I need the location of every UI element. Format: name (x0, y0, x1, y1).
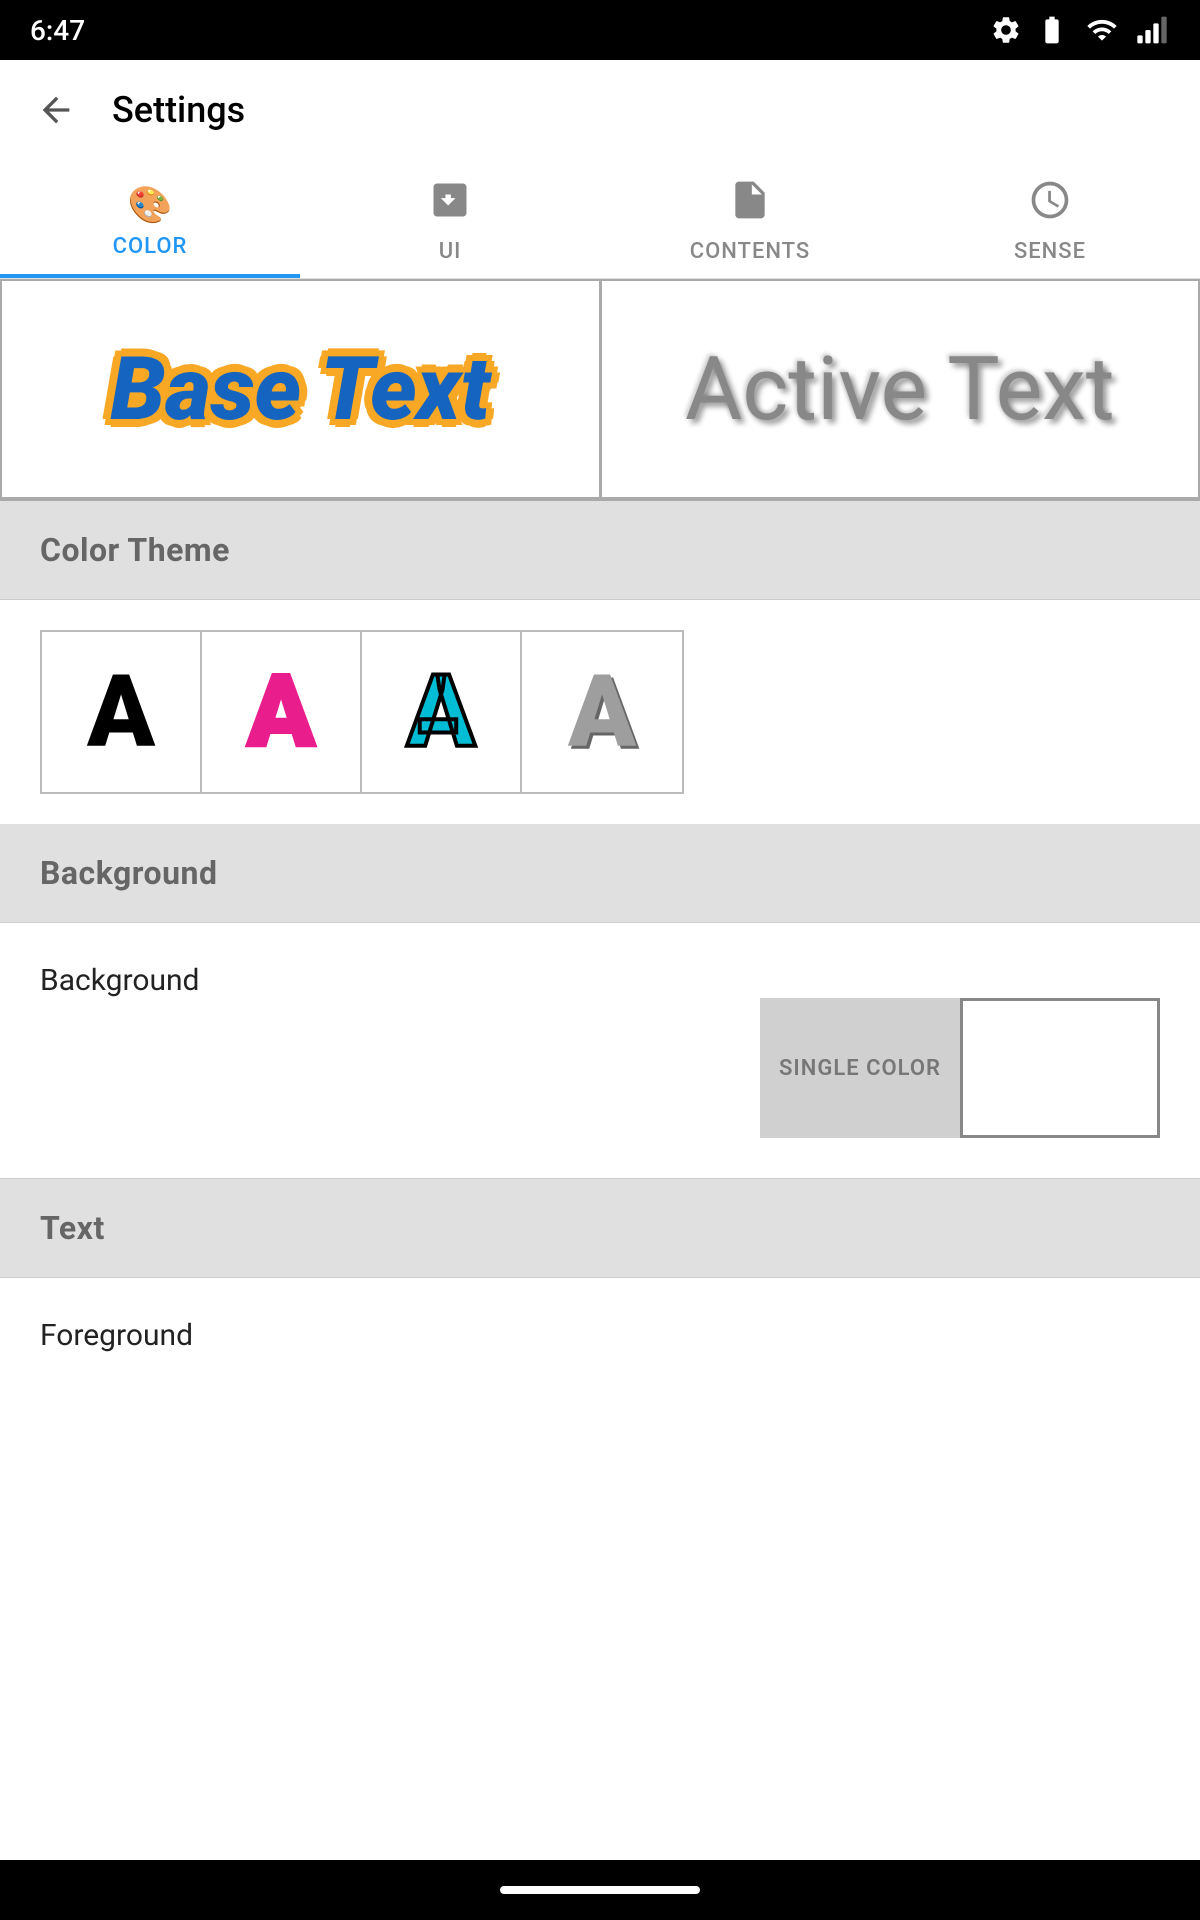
preview-row: Base Text Active Text (0, 279, 1200, 501)
tab-bar: 🎨 COLOR UI CONTENTS SENSE (0, 160, 1200, 279)
background-row-label: Background (40, 963, 199, 998)
color-theme-title: Color Theme (40, 531, 230, 569)
letter-a-gray: A (568, 654, 636, 771)
status-bar: 6:47 (0, 0, 1200, 60)
theme-option-pink[interactable]: A (202, 632, 362, 792)
letter-a-pink: A (247, 654, 315, 771)
foreground-label: Foreground (40, 1318, 193, 1353)
file-text-icon (728, 178, 772, 231)
active-text-preview[interactable]: Active Text (600, 279, 1200, 499)
base-text-preview[interactable]: Base Text (0, 279, 600, 499)
bottom-bar (0, 1860, 1200, 1920)
active-text-display: Active Text (685, 338, 1115, 441)
tab-color-label: COLOR (113, 234, 188, 259)
color-theme-header: Color Theme (0, 501, 1200, 599)
single-color-button[interactable]: SINGLE COLOR (760, 998, 960, 1138)
status-time: 6:47 (30, 14, 85, 47)
download-box-icon (428, 178, 472, 231)
tab-ui-label: UI (439, 239, 462, 264)
theme-options: A A A A (40, 630, 684, 794)
theme-options-row: A A A A (0, 600, 1200, 824)
palette-icon: 🎨 (128, 184, 173, 226)
tab-color[interactable]: 🎨 COLOR (0, 160, 300, 278)
tab-sense[interactable]: SENSE (900, 160, 1200, 278)
app-bar: Settings (0, 60, 1200, 160)
text-title: Text (40, 1209, 105, 1247)
foreground-row: Foreground (0, 1278, 1200, 1393)
tab-sense-label: SENSE (1014, 239, 1086, 264)
page-title: Settings (112, 89, 245, 131)
background-setting-row: Background SINGLE COLOR (0, 923, 1200, 1178)
theme-option-gray[interactable]: A (522, 632, 682, 792)
back-button[interactable] (30, 84, 82, 136)
battery-icon (1034, 14, 1070, 46)
status-icons (990, 14, 1170, 46)
background-options: SINGLE COLOR (40, 998, 1160, 1138)
text-header: Text (0, 1179, 1200, 1277)
letter-a-black: A (87, 654, 155, 771)
background-title: Background (40, 854, 217, 892)
theme-option-cyan[interactable]: A (362, 632, 522, 792)
home-indicator (500, 1886, 700, 1894)
base-text-display: Base Text (110, 338, 490, 441)
tab-contents[interactable]: CONTENTS (600, 160, 900, 278)
letter-a-cyan: A (407, 654, 475, 771)
tab-contents-label: CONTENTS (690, 239, 811, 264)
signal-icon (1134, 14, 1170, 46)
clock-circle-icon (1028, 178, 1072, 231)
wifi-icon (1082, 14, 1122, 46)
gear-icon (990, 14, 1022, 46)
theme-option-black[interactable]: A (42, 632, 202, 792)
tab-ui[interactable]: UI (300, 160, 600, 278)
single-color-label: SINGLE COLOR (779, 1056, 941, 1081)
white-color-button[interactable] (960, 998, 1160, 1138)
background-header: Background (0, 824, 1200, 922)
